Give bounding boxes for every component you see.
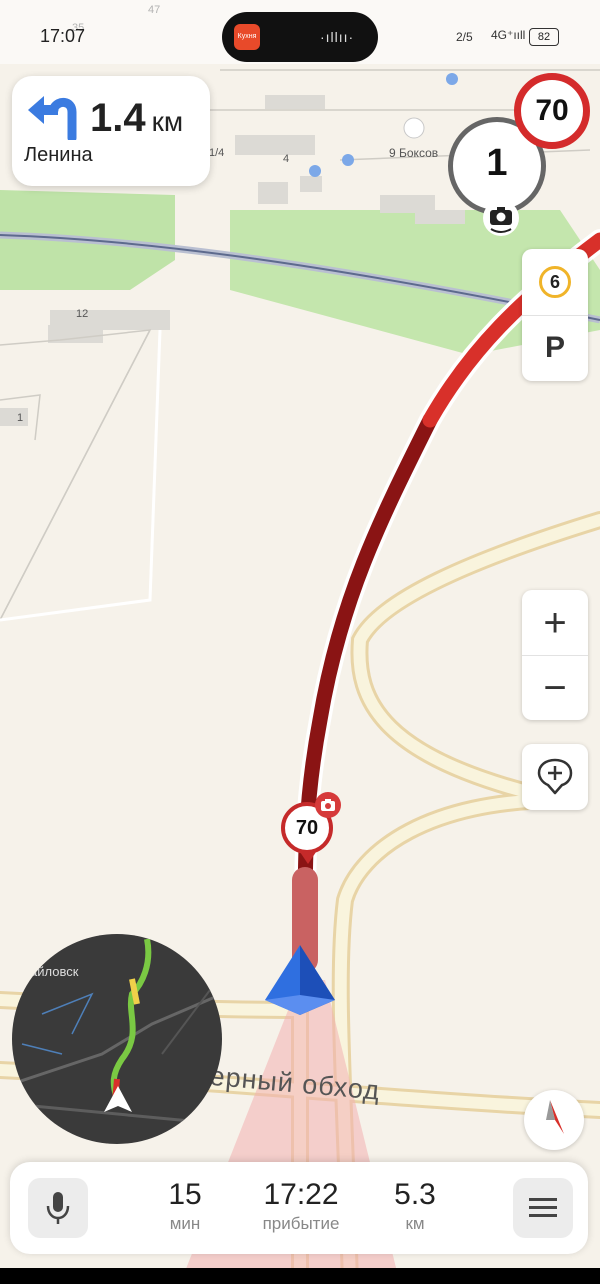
distance-value: 1.4 [90,96,146,140]
building-number: 1/4 [209,147,225,159]
overview-minimap[interactable]: айловск [12,934,222,1144]
turn-left-arrow-icon [28,96,77,140]
camera-count: 1 [486,142,508,184]
duration-stat: 15 мин [155,1178,215,1234]
microphone-icon [46,1192,70,1224]
arrival-value: 17:22 [263,1178,339,1211]
menu-button[interactable] [513,1178,573,1238]
map-layers-panel: 6 P [522,249,588,381]
hamburger-menu-icon [529,1198,557,1217]
building-number: 1 [17,412,24,424]
compass-button[interactable] [524,1090,584,1150]
arrival-label: прибытие [262,1214,340,1233]
remaining-distance-value: 5.3 [394,1178,436,1211]
next-maneuver-card[interactable]: 1.4 км Ленина [12,76,210,186]
system-nav-strip [0,1268,600,1284]
route-summary-bar[interactable]: 15 мин 17:22 прибытие 5.3 км [10,1162,588,1254]
distance-stat: 5.3 км [380,1178,450,1234]
audio-wave-icon: ·ıllıı· [320,29,355,45]
signal-icon: 4G⁺ııll [491,28,526,42]
traffic-button[interactable]: 6 [522,249,588,315]
route-camera-icon [315,792,341,818]
battery-icon: 82 [529,28,559,46]
plus-icon: + [543,600,567,645]
traffic-score-badge: 6 [539,266,571,298]
parking-icon: P [544,331,565,364]
status-bar: 17:07 Кухня ·ıllıı· 2/5 4G⁺ııll 82 [0,0,600,64]
app-badge-icon: Кухня [234,24,260,50]
poi-label: 9 Боксов [389,146,439,160]
street-name: Ленина [24,144,93,166]
dynamic-island[interactable]: Кухня ·ıllıı· [222,12,378,62]
remaining-distance-label: км [405,1214,425,1233]
duration-value: 15 [168,1178,202,1211]
add-road-event-button[interactable] [522,744,588,810]
minus-icon: − [543,665,567,710]
clock: 17:07 [40,26,86,46]
minimap-position-arrow-icon [104,1086,132,1112]
speed-limit-sign: 70 [514,73,590,149]
zoom-controls: + − [522,590,588,720]
zoom-out-button[interactable]: − [522,655,588,720]
add-pin-icon [537,758,573,795]
building-number: 12 [76,308,89,320]
zoom-in-button[interactable]: + [522,590,588,655]
duration-label: мин [169,1214,201,1233]
building-number: 4 [283,153,290,165]
compass-needle-icon [546,1100,564,1134]
speed-camera-icon [483,200,519,236]
minimap-city-label: айловск [30,964,79,979]
network-indicator: 2/5 [456,30,473,44]
distance-unit: км [151,106,184,137]
voice-assistant-button[interactable] [28,1178,88,1238]
arrival-stat: 17:22 прибытие [246,1178,356,1234]
maneuver-distance: 1.4 км [90,96,183,141]
parking-button[interactable]: P [522,315,588,381]
